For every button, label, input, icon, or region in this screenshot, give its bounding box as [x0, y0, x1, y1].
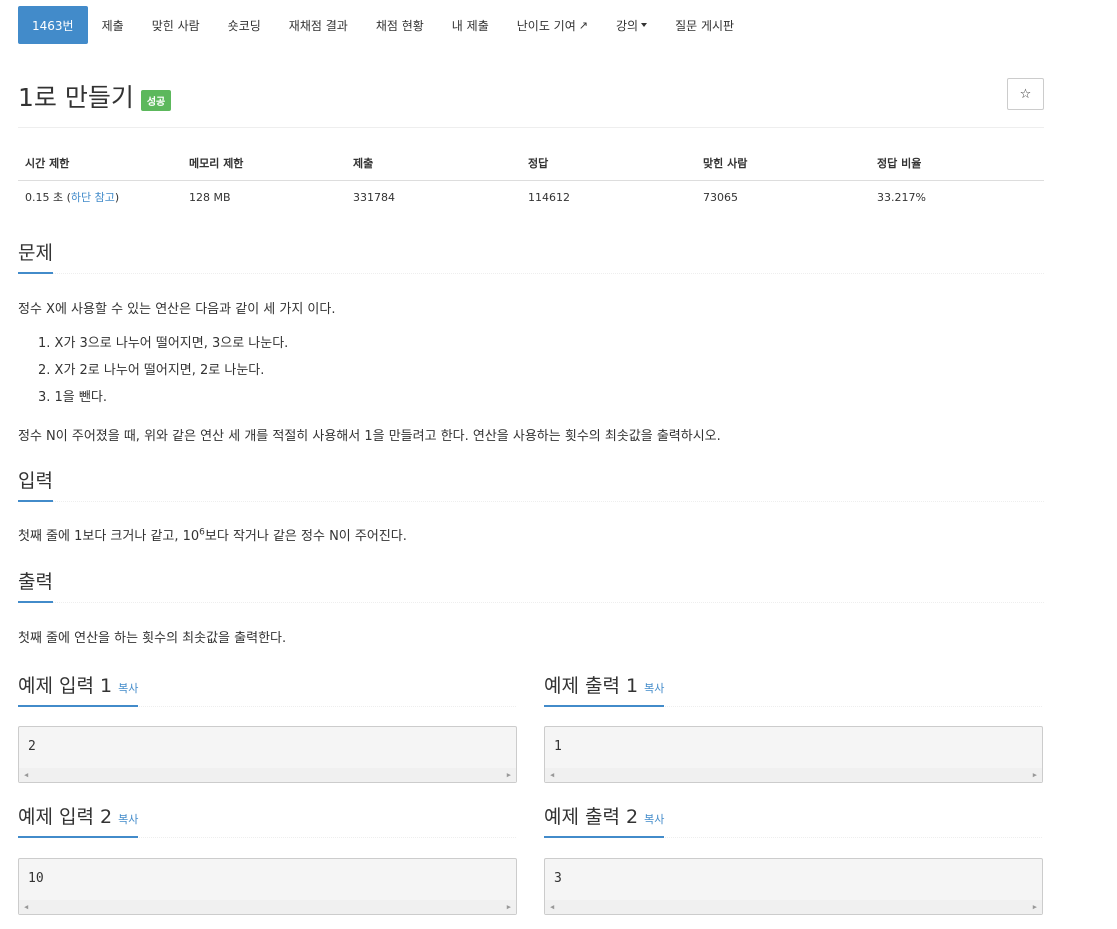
scroll-right-icon[interactable]: ▶: [507, 771, 511, 779]
external-link-icon: ↗: [578, 18, 588, 32]
title-divider: [18, 127, 1044, 128]
solvers-cell: 73065: [703, 190, 738, 204]
statement-heading: 문제: [18, 238, 53, 274]
scroll-right-icon[interactable]: ▶: [1033, 771, 1037, 779]
sample-input-1-header: 예제 입력 1 복사: [18, 671, 516, 707]
header-solvers: 맞힌 사람: [696, 146, 870, 181]
accepted-cell: 114612: [528, 190, 570, 204]
horizontal-scrollbar[interactable]: ◀ ▶: [545, 900, 1042, 914]
sample-output-2-title: 예제 출력 2: [544, 806, 639, 828]
sample-input-2-header: 예제 입력 2 복사: [18, 802, 516, 838]
input-section-header: 입력: [18, 466, 1044, 502]
horizontal-scrollbar[interactable]: ◀ ▶: [19, 768, 516, 782]
header-accepted: 정답: [521, 146, 696, 181]
output-description: 첫째 줄에 연산을 하는 횟수의 최솟값을 출력한다.: [18, 631, 287, 646]
memory-limit-cell: 128 MB: [189, 190, 231, 204]
nav-status[interactable]: 채점 현황: [362, 6, 438, 44]
horizontal-scrollbar[interactable]: ◀ ▶: [19, 900, 516, 914]
scroll-right-icon[interactable]: ▶: [507, 903, 511, 911]
nav-qna-board[interactable]: 질문 게시판: [661, 6, 748, 44]
scroll-left-icon[interactable]: ◀: [24, 903, 28, 911]
header-time-limit: 시간 제한: [18, 146, 182, 181]
input-heading: 입력: [18, 466, 53, 502]
time-limit-cell: 0.15 초 (하단 참고): [25, 191, 120, 204]
scroll-right-icon[interactable]: ▶: [1033, 903, 1037, 911]
scroll-left-icon[interactable]: ◀: [550, 903, 554, 911]
statement-goal: 정수 N이 주어졌을 때, 위와 같은 연산 세 개를 적절히 사용해서 1을 …: [18, 429, 721, 444]
problem-info-table: 시간 제한 메모리 제한 제출 정답 맞힌 사람 정답 비율 0.15 초 (하…: [18, 146, 1044, 213]
list-item: 1. X가 3으로 나누어 떨어지면, 3으로 나눈다.: [38, 336, 289, 351]
status-badge: 성공: [140, 89, 172, 111]
header-submissions: 제출: [346, 146, 521, 181]
sample-input-2-title: 예제 입력 2: [18, 806, 113, 828]
list-item: 3. 1을 뺀다.: [38, 390, 107, 405]
favorite-button[interactable]: ☆: [1007, 78, 1044, 110]
time-limit-note-link[interactable]: 하단 참고: [71, 191, 115, 204]
problem-nav: 1463번 제출 맞힌 사람 숏코딩 재채점 결과 채점 현황 내 제출 난이도…: [18, 6, 748, 44]
header-ratio: 정답 비율: [870, 146, 1044, 181]
nav-difficulty-contribution[interactable]: 난이도 기여 ↗: [503, 6, 602, 44]
table-header-row: 시간 제한 메모리 제한 제출 정답 맞힌 사람 정답 비율: [18, 146, 1044, 181]
list-item: 2. X가 2로 나누어 떨어지면, 2로 나눈다.: [38, 363, 265, 378]
caret-down-icon: [641, 23, 648, 27]
copy-sample-output-2-button[interactable]: 복사: [644, 813, 664, 826]
copy-sample-input-1-button[interactable]: 복사: [118, 682, 138, 695]
copy-sample-input-2-button[interactable]: 복사: [118, 813, 138, 826]
table-row: 0.15 초 (하단 참고) 128 MB 331784 114612 7306…: [18, 181, 1044, 214]
nav-lectures-dropdown[interactable]: 강의: [602, 6, 661, 44]
sample-output-1-title: 예제 출력 1: [544, 675, 639, 697]
operations-list: 1. X가 3으로 나누어 떨어지면, 3으로 나눈다. 2. X가 2로 나누…: [38, 334, 288, 415]
sample-output-1-box[interactable]: 1 ◀ ▶: [544, 726, 1043, 783]
sample-output-1-header: 예제 출력 1 복사: [544, 671, 1042, 707]
nav-rejudge-results[interactable]: 재채점 결과: [275, 6, 362, 44]
nav-problem-number[interactable]: 1463번: [18, 6, 88, 44]
problem-title-row: 1로 만들기 성공: [18, 78, 172, 114]
star-icon: ☆: [1019, 86, 1032, 102]
sample-output-2-header: 예제 출력 2 복사: [544, 802, 1042, 838]
sample-input-2-box[interactable]: 10 ◀ ▶: [18, 858, 517, 915]
horizontal-scrollbar[interactable]: ◀ ▶: [545, 768, 1042, 782]
output-heading: 출력: [18, 567, 53, 603]
statement-section-header: 문제: [18, 238, 1044, 274]
output-section-header: 출력: [18, 567, 1044, 603]
submissions-cell: 331784: [353, 190, 395, 204]
nav-solvers[interactable]: 맞힌 사람: [138, 6, 214, 44]
statement-intro: 정수 X에 사용할 수 있는 연산은 다음과 같이 세 가지 이다.: [18, 302, 336, 317]
ratio-cell: 33.217%: [877, 190, 926, 204]
sample-input-1-title: 예제 입력 1: [18, 675, 113, 697]
nav-my-submissions[interactable]: 내 제출: [438, 6, 503, 44]
nav-short-coding[interactable]: 숏코딩: [214, 6, 275, 44]
input-description: 첫째 줄에 1보다 크거나 같고, 106보다 작거나 같은 정수 N이 주어진…: [18, 527, 407, 544]
problem-title: 1로 만들기: [18, 83, 134, 112]
copy-sample-output-1-button[interactable]: 복사: [644, 682, 664, 695]
scroll-left-icon[interactable]: ◀: [24, 771, 28, 779]
scroll-left-icon[interactable]: ◀: [550, 771, 554, 779]
nav-submit[interactable]: 제출: [88, 6, 138, 44]
sample-input-1-box[interactable]: 2 ◀ ▶: [18, 726, 517, 783]
header-memory-limit: 메모리 제한: [182, 146, 346, 181]
sample-output-2-box[interactable]: 3 ◀ ▶: [544, 858, 1043, 915]
